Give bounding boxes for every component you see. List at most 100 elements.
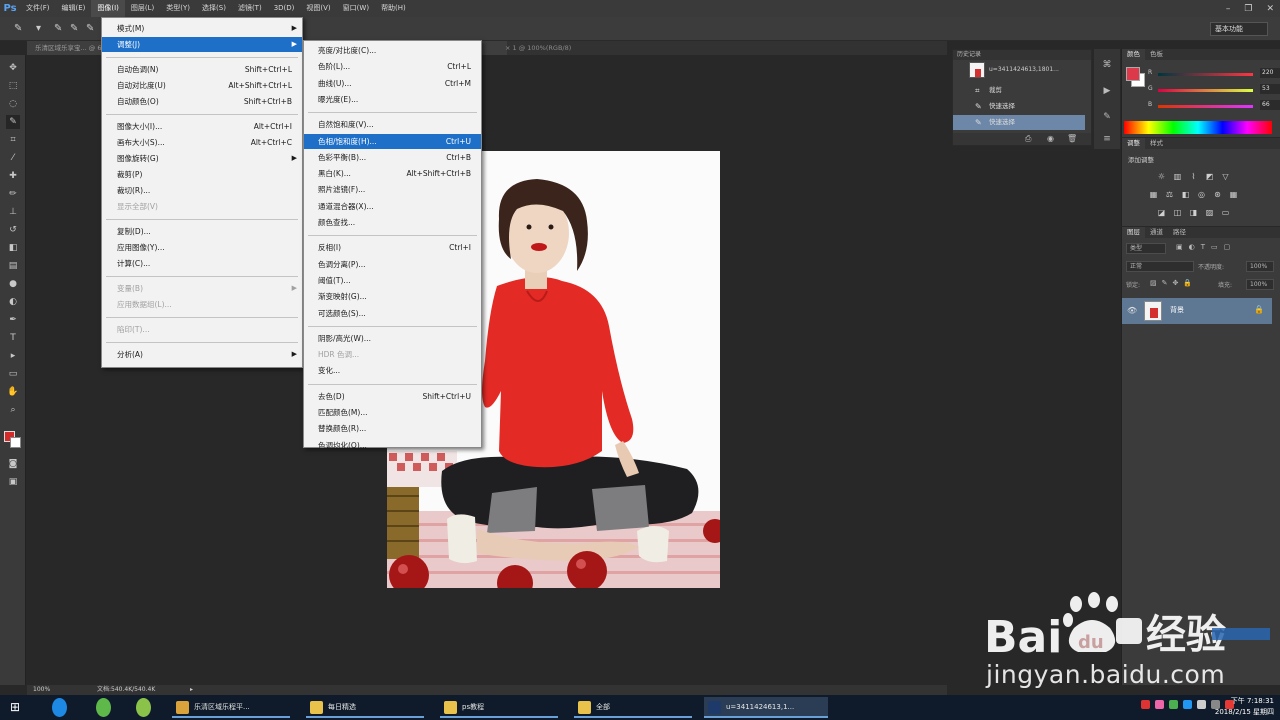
image-menu-item[interactable]: 裁切(R)... [102,183,302,198]
image-menu-item[interactable]: 调整(J) ▶ [102,37,302,52]
channel-mixer-icon[interactable]: ⊛ [1212,189,1223,200]
green-slider[interactable]: G 53 [1148,84,1280,95]
menu-item[interactable]: 图层(L) [125,0,160,17]
history-brush-tool-icon[interactable]: ↺ [6,223,20,237]
taskbar-item[interactable]: 全部 [574,697,692,718]
levels-icon[interactable]: ▥ [1172,171,1183,182]
game-app-icon[interactable] [136,698,151,717]
tray-icon-4[interactable] [1183,700,1192,709]
system-clock[interactable]: 下午 7:18:31 2018/2/15 星期四 [1215,696,1274,718]
tray-icon-3[interactable] [1169,700,1178,709]
zoom-level[interactable]: 100% [33,685,50,695]
type-tool-icon[interactable]: T [6,331,20,345]
tab-paths[interactable]: 路径 [1168,227,1191,238]
tab-adjustments[interactable]: 调整 [1122,138,1145,149]
adjustment-menu-item[interactable]: 阴影/高光(W)... [304,331,481,346]
adjustment-menu-item[interactable]: 替换颜色(R)... [304,421,481,436]
create-document-icon[interactable]: ⎙ [1025,134,1031,144]
adjustment-menu-item[interactable]: 色彩平衡(B)... Ctrl+B [304,150,481,165]
tray-icon-5[interactable] [1197,700,1206,709]
history-panel-icon[interactable]: ⌘ [1101,59,1113,71]
adjustment-menu-item[interactable]: 反相(I) Ctrl+I [304,240,481,255]
windows-start-icon[interactable]: ⊞ [10,701,22,713]
close-button[interactable]: ✕ [1266,4,1274,14]
menu-item[interactable]: 文件(F) [20,0,56,17]
gradient-map-icon[interactable]: ▭ [1220,207,1231,218]
status-arrow-icon[interactable]: ▸ [190,685,193,695]
eye-icon[interactable]: 👁 [1127,306,1137,315]
color-spectrum-bar[interactable] [1124,121,1272,134]
menu-item[interactable]: 图像(I) [91,0,125,17]
adjustment-menu-item[interactable]: 去色(D) Shift+Ctrl+U [304,389,481,404]
menu-item[interactable]: 窗口(W) [337,0,375,17]
image-menu-item[interactable]: 图像大小(I)... Alt+Ctrl+I [102,119,302,134]
quick-selection-tool-icon[interactable]: ✎ [6,115,20,129]
dodge-tool-icon[interactable]: ◐ [6,295,20,309]
history-panel-tab[interactable]: 历史记录 [953,50,1091,60]
layer-filter-icons[interactable]: ▣◐T▭▢ [1176,243,1236,251]
adjustment-menu-item[interactable]: 照片滤镜(F)... [304,182,481,197]
brush-panel-icon[interactable]: ✎ [1101,111,1113,123]
eyedropper-tool-icon[interactable]: ⁄ [6,151,20,165]
adjustment-menu-item[interactable]: 色相/饱和度(H)... Ctrl+U [304,133,481,149]
tray-icon-2[interactable] [1155,700,1164,709]
minimize-button[interactable]: – [1226,4,1231,14]
hue-saturation-icon[interactable]: ▦ [1148,189,1159,200]
green-value[interactable]: 53 [1260,84,1280,94]
image-menu-item[interactable]: 分析(A) ▶ [102,347,302,362]
camera-snapshot-icon[interactable]: ◉ [1047,134,1054,143]
history-state[interactable]: ✎ 快速选择 [953,99,1085,114]
quick-mask-icon[interactable]: ◙ [6,457,20,471]
background-color-swatch[interactable] [10,437,21,448]
image-menu-item[interactable]: 画布大小(S)... Alt+Ctrl+C [102,135,302,150]
blue-slider[interactable]: B 66 [1148,100,1280,111]
screen-mode-icon[interactable]: ▣ [6,475,20,489]
exposure-icon[interactable]: ◩ [1204,171,1215,182]
lasso-tool-icon[interactable]: ◌ [6,97,20,111]
menu-item[interactable]: 类型(Y) [160,0,196,17]
zoom-tool-icon[interactable]: ⌕ [6,403,20,417]
marquee-tool-icon[interactable]: ⬚ [6,79,20,93]
history-state[interactable]: ✎ 快速选择 [953,115,1085,130]
adjustment-menu-item[interactable]: 色调分离(P)... [304,257,481,272]
healing-brush-tool-icon[interactable]: ✚ [6,169,20,183]
layer-kind-select[interactable]: 类型 [1126,243,1166,254]
vibrance-icon[interactable]: ▽ [1220,171,1231,182]
taskbar-item[interactable]: 乐清区域乐程平... [172,697,290,718]
color-lookup-icon[interactable]: ▦ [1228,189,1239,200]
curves-icon[interactable]: ⌇ [1188,171,1199,182]
blue-track[interactable] [1158,105,1253,108]
layer-name[interactable]: 背景 [1170,305,1184,315]
brush-preset-icon[interactable]: ▾ [36,23,48,35]
image-menu-item[interactable]: 复制(D)... [102,224,302,239]
adjustment-menu-item[interactable]: 曝光度(E)... [304,92,481,107]
crop-tool-icon[interactable]: ⌗ [6,133,20,147]
menu-item[interactable]: 选择(S) [196,0,232,17]
image-menu-item[interactable]: 应用图像(Y)... [102,240,302,255]
invert-icon[interactable]: ◪ [1156,207,1167,218]
adjustment-menu-item[interactable]: 曲线(U)... Ctrl+M [304,76,481,91]
document-tab-suffix[interactable]: × 1 @ 100%(RGB/8) [505,41,571,55]
image-menu-item[interactable]: 自动色调(N) Shift+Ctrl+L [102,62,302,77]
move-tool-icon[interactable]: ✥ [6,61,20,75]
adjustment-menu-item[interactable]: 色阶(L)... Ctrl+L [304,59,481,74]
tab-styles[interactable]: 样式 [1145,138,1168,149]
posterize-icon[interactable]: ◫ [1172,207,1183,218]
photo-filter-icon[interactable]: ◎ [1196,189,1207,200]
hand-tool-icon[interactable]: ✋ [6,385,20,399]
threshold-icon[interactable]: ◨ [1188,207,1199,218]
blend-mode-select[interactable]: 正常 [1126,261,1194,272]
eraser-tool-icon[interactable]: ◧ [6,241,20,255]
menu-item[interactable]: 编辑(E) [56,0,92,17]
properties-panel-icon[interactable]: ≡ [1101,133,1113,145]
red-track[interactable] [1158,73,1253,76]
brush-tool-icon[interactable]: ✏ [6,187,20,201]
adjustment-menu-item[interactable]: 匹配颜色(M)... [304,405,481,420]
image-menu-item[interactable]: 自动对比度(U) Alt+Shift+Ctrl+L [102,78,302,93]
clone-stamp-tool-icon[interactable]: ⊥ [6,205,20,219]
adjustment-menu-item[interactable]: 颜色查找... [304,215,481,230]
menu-item[interactable]: 滤镜(T) [232,0,268,17]
menu-item[interactable]: 视图(V) [300,0,336,17]
adjustment-menu-item[interactable]: 色调均化(Q)... [304,438,481,453]
image-menu-item[interactable]: 模式(M) ▶ [102,21,302,36]
